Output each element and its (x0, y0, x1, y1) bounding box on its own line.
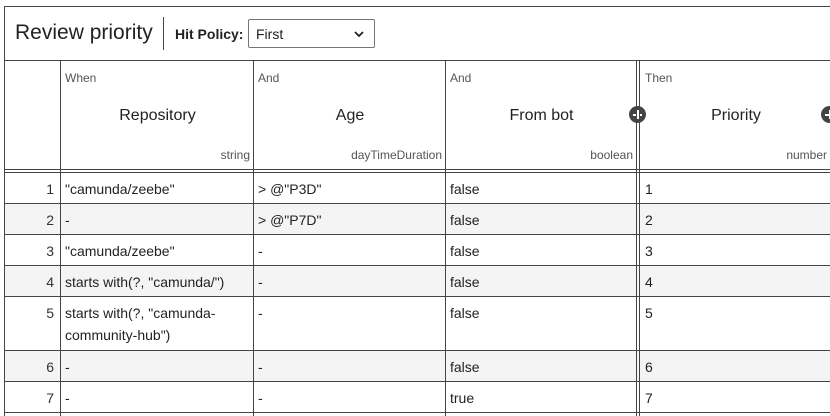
rule-cell[interactable]: - (61, 204, 254, 234)
rule-cell[interactable]: 2 (641, 204, 830, 234)
column-type: dayTimeDuration (351, 148, 442, 162)
column-kind: Then (645, 71, 673, 85)
table-row: 4 starts with(?, "camunda/") - false 4 (5, 266, 830, 297)
index-column-header (5, 61, 61, 170)
rule-cell[interactable]: - (254, 266, 446, 296)
rule-cell[interactable]: starts with(?, "camunda-community-hub") (61, 297, 254, 350)
rule-cell[interactable]: "camunda/zeebe" (61, 235, 254, 265)
table-row: 1 "camunda/zeebe" > @"P3D" false 1 (5, 173, 830, 204)
rule-cell[interactable]: > @"P7D" (254, 204, 446, 234)
row-index: 5 (46, 305, 54, 321)
column-type: boolean (590, 148, 633, 162)
rule-cell[interactable]: 4 (641, 266, 830, 296)
input-column-header-from-bot[interactable]: And From bot boolean (446, 61, 637, 170)
column-kind: When (65, 71, 97, 85)
table-row: 3 "camunda/zeebe" - false 3 (5, 235, 830, 266)
table-row: 5 starts with(?, "camunda-community-hub"… (5, 297, 830, 351)
rule-cell[interactable]: starts with(?, "camunda/") (61, 266, 254, 296)
rule-cell[interactable]: - (254, 297, 446, 350)
rule-cell[interactable]: - (254, 382, 446, 412)
table-row: 2 - > @"P7D" false 2 (5, 204, 830, 235)
rule-cell[interactable]: > @"P3D" (254, 173, 446, 203)
input-column-header-age[interactable]: And Age dayTimeDuration (254, 61, 446, 170)
hit-policy-value: First (256, 26, 284, 42)
row-index: 7 (46, 390, 54, 406)
input-output-divider (636, 61, 640, 416)
rule-cell[interactable]: 6 (641, 351, 830, 381)
rule-cell[interactable]: false (446, 173, 637, 203)
row-index: 2 (46, 212, 54, 228)
hit-policy-label: Hit Policy: (175, 26, 244, 42)
row-index: 1 (46, 181, 54, 197)
output-column-header-priority[interactable]: Then Priority number (641, 61, 830, 170)
row-index: 4 (46, 274, 54, 290)
column-label: From bot (509, 107, 574, 124)
column-divider (253, 61, 254, 416)
decision-table-name[interactable]: Review priority (15, 21, 153, 45)
rule-cell[interactable]: false (446, 351, 637, 381)
table-row: 6 - - false 6 (5, 351, 830, 382)
rule-cell[interactable]: true (446, 382, 637, 412)
column-kind: And (258, 71, 280, 85)
column-divider (445, 61, 446, 416)
column-kind: And (450, 71, 472, 85)
rule-cell[interactable]: - (254, 351, 446, 381)
table-row: 7 - - true 7 (5, 382, 830, 413)
rule-cell[interactable]: - (61, 382, 254, 412)
row-index: 3 (46, 243, 54, 259)
rule-cell[interactable]: - (254, 235, 446, 265)
rule-cell[interactable]: 7 (641, 382, 830, 412)
hit-policy-select[interactable]: First (248, 19, 375, 48)
column-divider (60, 61, 61, 416)
rule-cell[interactable]: false (446, 235, 637, 265)
decision-table-header: Review priority Hit Policy: First (5, 7, 830, 61)
column-type: string (220, 148, 250, 162)
rule-cell[interactable]: "camunda/zeebe" (61, 173, 254, 203)
rule-cell[interactable]: false (446, 297, 637, 350)
column-label: Age (335, 107, 365, 124)
column-type: number (786, 148, 827, 162)
rule-cell[interactable]: false (446, 204, 637, 234)
rule-cell[interactable]: 3 (641, 235, 830, 265)
rule-cell[interactable]: - (61, 351, 254, 381)
decision-table-frame: Review priority Hit Policy: First When R… (4, 6, 830, 416)
row-index: 6 (46, 359, 54, 375)
input-column-header-repository[interactable]: When Repository string (61, 61, 254, 170)
rule-cell[interactable]: 1 (641, 173, 830, 203)
title-divider (163, 17, 164, 50)
column-label: Repository (119, 107, 196, 124)
column-label: Priority (711, 107, 761, 124)
chevron-down-icon (354, 31, 364, 38)
rule-cell[interactable]: 5 (641, 297, 830, 350)
rule-cell[interactable]: false (446, 266, 637, 296)
